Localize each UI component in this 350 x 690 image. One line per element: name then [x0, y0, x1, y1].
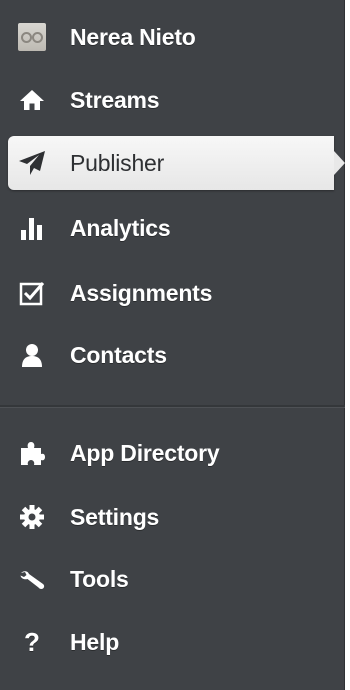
person-icon [18, 341, 46, 369]
checkbox-icon [18, 279, 46, 307]
profile-name: Nerea Nieto [70, 23, 196, 50]
sidebar-item-help[interactable]: ? Help [0, 614, 345, 670]
profile-item[interactable]: Nerea Nieto [0, 9, 345, 65]
divider [0, 405, 345, 408]
sidebar-item-streams[interactable]: Streams [0, 72, 345, 128]
sidebar-item-label: App Directory [70, 439, 220, 466]
paper-plane-icon [18, 149, 46, 177]
puzzle-icon [18, 439, 46, 467]
sidebar-item-assignments[interactable]: Assignments [0, 265, 345, 321]
sidebar-item-label: Publisher [70, 149, 165, 176]
sidebar-item-contacts[interactable]: Contacts [0, 327, 345, 383]
help-icon: ? [24, 627, 40, 657]
sidebar-item-app-directory[interactable]: App Directory [0, 425, 345, 481]
sidebar-item-label: Assignments [70, 279, 213, 306]
gear-icon [18, 503, 46, 531]
sidebar-nav: Nerea Nieto Streams Publisher Analytics … [0, 0, 345, 690]
sidebar-item-label: Contacts [70, 341, 167, 368]
sidebar-item-label: Tools [70, 565, 129, 592]
home-icon [18, 86, 46, 114]
wrench-icon [18, 565, 46, 593]
sidebar-item-settings[interactable]: Settings [0, 489, 345, 545]
active-pointer [334, 151, 345, 175]
avatar [18, 23, 46, 51]
sidebar-item-label: Streams [70, 86, 160, 113]
sidebar-item-label: Help [70, 628, 120, 655]
sidebar-item-publisher[interactable]: Publisher [8, 136, 345, 190]
sidebar-item-tools[interactable]: Tools [0, 551, 345, 607]
sidebar-item-label: Settings [70, 503, 160, 530]
sidebar-item-label: Analytics [70, 214, 171, 241]
sidebar-item-analytics[interactable]: Analytics [0, 200, 345, 256]
bar-chart-icon [18, 214, 46, 242]
